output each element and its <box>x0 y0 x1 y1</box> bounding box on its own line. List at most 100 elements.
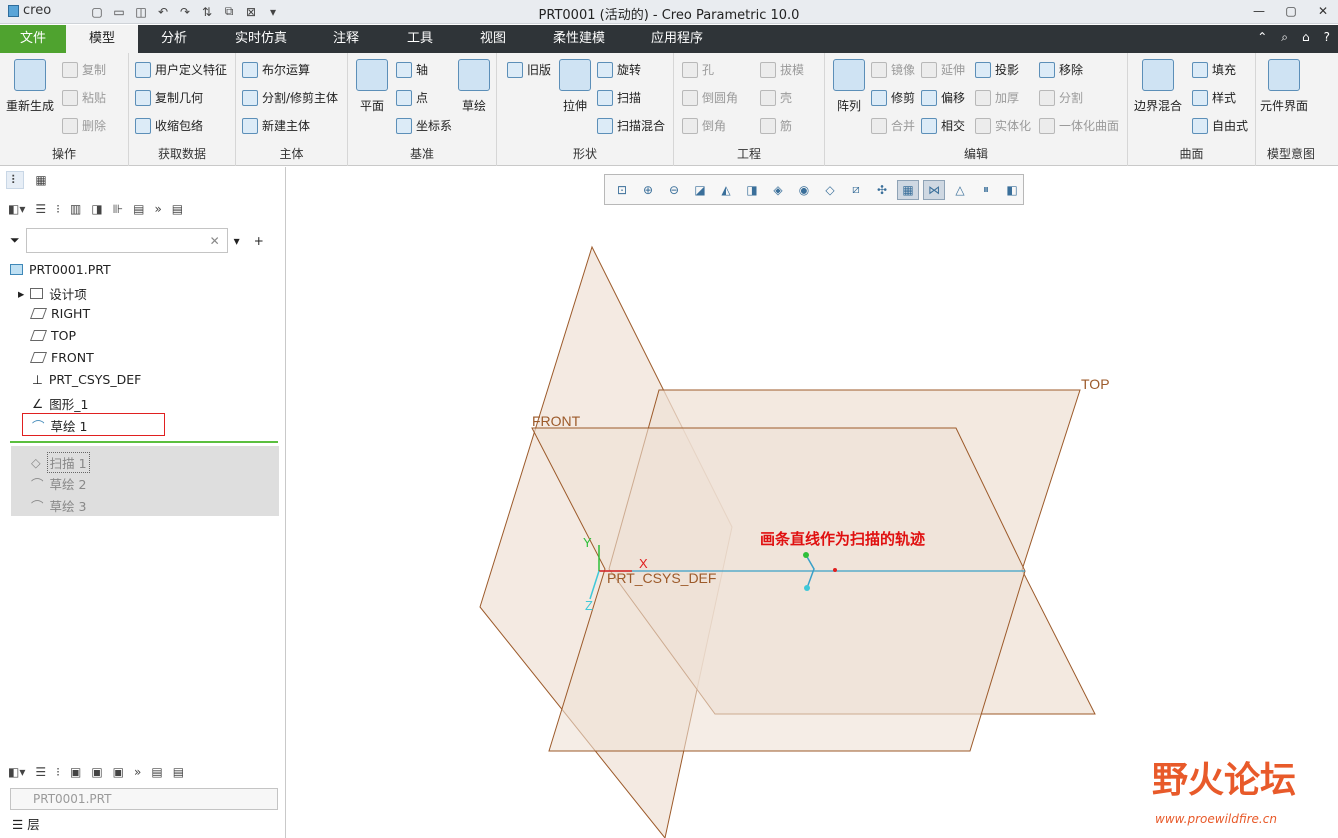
revolve-button[interactable]: 旋转 <box>597 61 641 78</box>
tree-columns-icon[interactable]: ▥ <box>70 202 81 216</box>
expand-all-icon[interactable]: ☰ <box>35 765 46 779</box>
group-label-model-intent[interactable]: 模型意图 <box>1256 145 1326 162</box>
split-button[interactable]: 分割 <box>1039 89 1083 106</box>
search-icon[interactable]: ⌕ <box>1281 30 1288 45</box>
draft-button[interactable]: 拔模 <box>760 61 804 78</box>
group-label-surfaces[interactable]: 曲面 <box>1128 145 1255 162</box>
add-filter-icon[interactable]: + <box>254 234 264 248</box>
layer-display-icon[interactable]: ◧▾ <box>8 765 25 779</box>
boolean-button[interactable]: 布尔运算 <box>242 61 310 78</box>
style-button[interactable]: 样式 <box>1192 89 1236 106</box>
maximize-icon[interactable]: ▢ <box>1282 2 1300 20</box>
model-tree-tab-icon[interactable]: ⠇ <box>6 171 24 189</box>
perspective-icon[interactable]: ◉ <box>793 180 815 200</box>
pattern-button[interactable]: 阵列 <box>833 59 865 114</box>
plane-display-icon[interactable]: △ <box>949 180 971 200</box>
expand-arrow-icon[interactable]: ▸ <box>18 286 24 301</box>
hole-button[interactable]: 孔 <box>682 61 714 78</box>
refit-icon[interactable]: ⊡ <box>611 180 633 200</box>
udf-button[interactable]: 用户定义特征 <box>135 61 227 78</box>
more-icon[interactable]: » <box>134 765 141 779</box>
layer-properties-icon[interactable]: ▤ <box>151 765 162 779</box>
sweep-blend-button[interactable]: 扫描混合 <box>597 117 665 134</box>
group-label-engineering[interactable]: 工程 <box>674 145 824 162</box>
tree-item-right[interactable]: RIGHT <box>29 306 90 321</box>
shell-button[interactable]: 壳 <box>760 89 792 106</box>
axis-button[interactable]: 轴 <box>396 61 428 78</box>
sweep-button[interactable]: 扫描 <box>597 89 641 106</box>
thicken-button[interactable]: 加厚 <box>975 89 1019 106</box>
spin-center-icon[interactable]: ▦ <box>897 179 919 200</box>
tab-simulation[interactable]: 实时仿真 <box>220 25 302 53</box>
delete-button[interactable]: 删除 <box>62 117 106 134</box>
trim-button[interactable]: 修剪 <box>871 89 915 106</box>
tree-item-sketch-3[interactable]: ⌒ 草绘 3 <box>31 496 86 515</box>
folder-browser-tab-icon[interactable]: ▦ <box>32 171 50 189</box>
group-label-datum[interactable]: 基准 <box>348 145 496 162</box>
model-display-icon[interactable]: ◧▾ <box>8 202 25 216</box>
group-label-get-data[interactable]: 获取数据 <box>129 145 235 162</box>
section-icon[interactable]: ◇ <box>819 180 841 200</box>
insert-marker[interactable] <box>10 441 278 443</box>
extrude-button[interactable]: 拉伸 <box>559 59 591 114</box>
fill-button[interactable]: 填充 <box>1192 61 1236 78</box>
tree-item-front[interactable]: FRONT <box>29 350 94 365</box>
notes-icon[interactable]: ▤ <box>172 202 183 216</box>
help-icon[interactable]: ? <box>1324 30 1330 45</box>
close-icon[interactable]: ✕ <box>1314 2 1332 20</box>
datum-display-icon[interactable]: ⧄ <box>845 180 867 200</box>
collapse-all-icon[interactable]: ⁝ <box>56 202 60 216</box>
copy-geometry-button[interactable]: 复制几何 <box>135 89 203 106</box>
tree-item-top[interactable]: TOP <box>29 328 76 343</box>
tab-view[interactable]: 视图 <box>464 25 522 53</box>
display-style-icon[interactable]: ◭ <box>715 180 737 200</box>
offset-button[interactable]: 偏移 <box>921 89 965 106</box>
unify-surface-button[interactable]: 一体化曲面 <box>1039 117 1119 134</box>
shrinkwrap-button[interactable]: 收缩包络 <box>135 117 203 134</box>
annotation-display-icon[interactable]: ✣ <box>871 180 893 200</box>
tab-tools[interactable]: 工具 <box>390 25 450 53</box>
extend-button[interactable]: 延伸 <box>921 61 965 78</box>
legacy-button[interactable]: 旧版 <box>507 61 551 78</box>
regenerate-button[interactable]: 重新生成 <box>6 59 54 114</box>
intersect-button[interactable]: 相交 <box>921 117 965 134</box>
tab-annotate[interactable]: 注释 <box>316 25 376 53</box>
mirror-button[interactable]: 镜像 <box>871 61 915 78</box>
search-dropdown-icon[interactable]: ▾ <box>234 234 240 248</box>
csys-button[interactable]: 坐标系 <box>396 117 452 134</box>
tree-item-sketch-2[interactable]: ⌒ 草绘 2 <box>31 474 86 493</box>
tab-analysis[interactable]: 分析 <box>142 25 206 53</box>
layer-root[interactable]: ☰ 层 <box>12 814 40 833</box>
tab-file[interactable]: 文件 <box>0 25 66 53</box>
filter-funnel-icon[interactable]: ⏷ <box>10 233 20 248</box>
tree-item-root[interactable]: PRT0001.PRT <box>10 262 111 277</box>
zoom-in-icon[interactable]: ⊕ <box>637 180 659 200</box>
tree-filter-icon[interactable]: ⊪ <box>113 202 123 216</box>
collapse-ribbon-icon[interactable]: ⌃ <box>1257 30 1267 45</box>
clear-search-icon[interactable]: ✕ <box>210 234 220 248</box>
new-body-button[interactable]: 新建主体 <box>242 117 310 134</box>
split-body-button[interactable]: 分割/修剪主体 <box>242 89 338 106</box>
group-label-editing[interactable]: 编辑 <box>825 145 1127 162</box>
boundary-blend-button[interactable]: 边界混合 <box>1134 59 1182 114</box>
view-manager-icon[interactable]: ◈ <box>767 180 789 200</box>
tab-applications[interactable]: 应用程序 <box>636 25 718 53</box>
paste-button[interactable]: 粘贴 <box>62 89 106 106</box>
tree-item-csys[interactable]: ⊥ PRT_CSYS_DEF <box>32 372 141 387</box>
tree-search-input[interactable] <box>25 228 228 253</box>
freestyle-button[interactable]: 自由式 <box>1192 117 1248 134</box>
group-label-body[interactable]: 主体 <box>236 145 347 162</box>
point-button[interactable]: 点 <box>396 89 428 106</box>
saved-orientations-icon[interactable]: ◨ <box>741 180 763 200</box>
rib-button[interactable]: 筋 <box>760 117 792 134</box>
front-plane[interactable] <box>531 427 1026 752</box>
more-icon[interactable]: » <box>154 202 161 216</box>
group-label-shapes[interactable]: 形状 <box>497 145 673 162</box>
tree-settings-icon[interactable]: ▤ <box>133 202 144 216</box>
layer-isolate-icon[interactable]: ▣ <box>113 765 124 779</box>
zoom-out-icon[interactable]: ⊖ <box>663 180 685 200</box>
sketch-button[interactable]: 草绘 <box>458 59 490 114</box>
project-button[interactable]: 投影 <box>975 61 1019 78</box>
help-center-icon[interactable]: ⌂ <box>1302 30 1310 45</box>
tab-flexible-modeling[interactable]: 柔性建模 <box>538 25 620 53</box>
